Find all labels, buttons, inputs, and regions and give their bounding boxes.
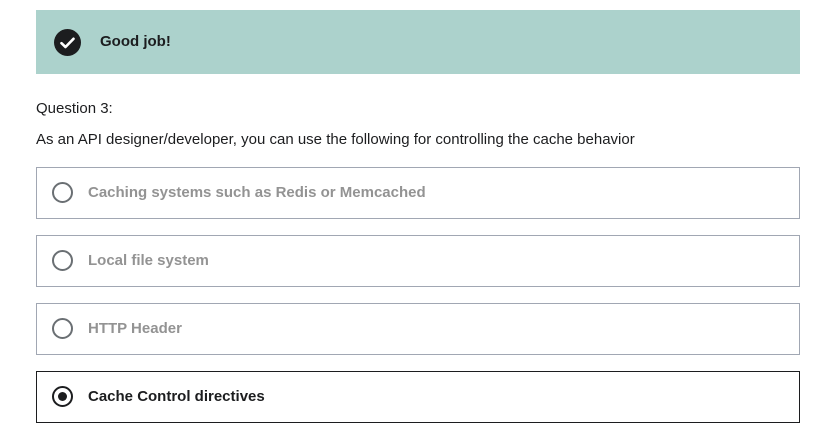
checkmark-icon [60,37,75,48]
answer-option-label: Local file system [88,252,209,269]
answer-option-3[interactable]: HTTP Header [36,303,800,355]
radio-button-icon[interactable] [52,250,73,271]
result-banner: Good job! [36,10,800,74]
result-message: Good job! [100,33,171,50]
answer-option-2[interactable]: Local file system [36,235,800,287]
answer-option-label: Cache Control directives [88,388,265,405]
question-prompt: As an API designer/developer, you can us… [36,131,635,148]
radio-button-selected-icon[interactable] [52,386,73,407]
question-number: Question 3: [36,100,113,117]
answer-option-4[interactable]: Cache Control directives [36,371,800,423]
answer-option-label: HTTP Header [88,320,182,337]
answer-option-label: Caching systems such as Redis or Memcach… [88,184,426,201]
radio-button-icon[interactable] [52,182,73,203]
check-circle-icon [54,29,81,56]
answer-option-1[interactable]: Caching systems such as Redis or Memcach… [36,167,800,219]
radio-dot-icon [58,392,67,401]
radio-button-icon[interactable] [52,318,73,339]
